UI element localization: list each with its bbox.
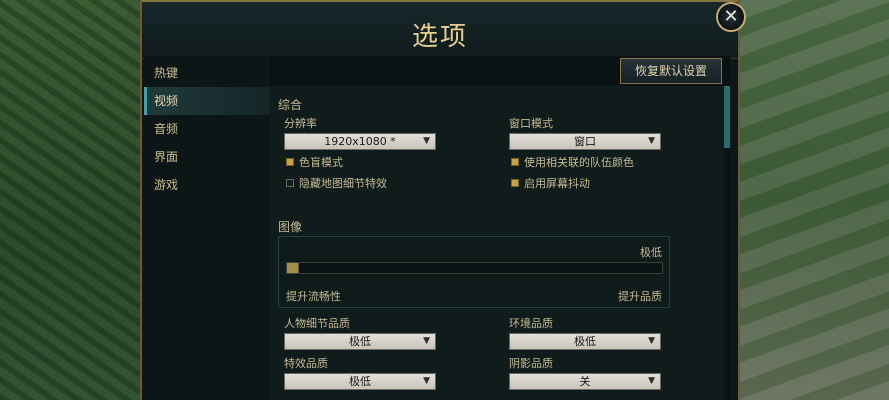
screen-shake-label: 启用屏幕抖动 [524, 177, 590, 190]
chevron-down-icon: ▼ [423, 136, 430, 146]
character-quality-label: 人物细节品质 [284, 317, 350, 330]
team-colors-label: 使用相关联的队伍颜色 [524, 156, 634, 169]
resolution-select[interactable]: 1920x1080 * ▼ [284, 133, 436, 150]
close-button[interactable]: ✕ [716, 2, 746, 32]
character-quality-value: 极低 [349, 335, 371, 348]
content-toolbar: 恢复默认设置 [270, 56, 730, 86]
resolution-value: 1920x1080 * [324, 135, 396, 148]
window-mode-label: 窗口模式 [509, 117, 553, 130]
sidebar-item-audio[interactable]: 音频 [144, 115, 270, 143]
shadow-quality-value: 关 [579, 375, 591, 388]
section-heading-graphics: 图像 [278, 220, 303, 234]
screen-shake-checkbox[interactable] [511, 179, 519, 187]
scrollbar-thumb[interactable] [724, 86, 730, 148]
colorblind-checkbox[interactable] [286, 158, 294, 166]
options-sidebar: 热键 视频 音频 界面 游戏 [144, 56, 270, 400]
screen-shake-option[interactable]: 启用屏幕抖动 [511, 176, 590, 192]
environment-quality-select[interactable]: 极低 ▼ [509, 333, 661, 350]
close-icon: ✕ [723, 6, 739, 27]
sidebar-item-interface[interactable]: 界面 [144, 143, 270, 171]
environment-quality-value: 极低 [574, 335, 596, 348]
background-jungle-left [0, 0, 140, 400]
graphics-preset-box: 极低 提升流畅性 提升品质 [278, 236, 670, 308]
colorblind-option[interactable]: 色盲模式 [286, 155, 343, 171]
window-mode-select[interactable]: 窗口 ▼ [509, 133, 661, 150]
slider-min-label: 提升流畅性 [286, 290, 341, 303]
sidebar-item-game[interactable]: 游戏 [144, 171, 270, 199]
colorblind-label: 色盲模式 [299, 156, 343, 169]
hide-map-detail-option[interactable]: 隐藏地图细节特效 [286, 176, 387, 192]
hide-map-detail-label: 隐藏地图细节特效 [299, 177, 387, 190]
chevron-down-icon: ▼ [648, 376, 655, 386]
window-mode-value: 窗口 [574, 135, 596, 148]
restore-defaults-button[interactable]: 恢复默认设置 [620, 58, 722, 84]
section-heading-general: 综合 [278, 98, 303, 112]
character-quality-select[interactable]: 极低 ▼ [284, 333, 436, 350]
chevron-down-icon: ▼ [648, 136, 655, 146]
background-jungle-right [734, 0, 889, 400]
title-bar: 选项 [142, 0, 738, 59]
graphics-preset-value: 极低 [640, 246, 662, 259]
chevron-down-icon: ▼ [423, 376, 430, 386]
environment-quality-label: 环境品质 [509, 317, 553, 330]
sidebar-item-hotkeys[interactable]: 热键 [144, 59, 270, 87]
effects-quality-value: 极低 [349, 375, 371, 388]
chevron-down-icon: ▼ [648, 336, 655, 346]
sidebar-item-video[interactable]: 视频 [144, 87, 270, 115]
shadow-quality-label: 阴影品质 [509, 357, 553, 370]
dialog-title: 选项 [411, 22, 468, 52]
slider-handle[interactable] [287, 263, 299, 273]
effects-quality-label: 特效品质 [284, 357, 328, 370]
graphics-quality-slider[interactable] [286, 262, 663, 274]
slider-max-label: 提升品质 [618, 290, 662, 303]
team-colors-checkbox[interactable] [511, 158, 519, 166]
video-settings-panel: 恢复默认设置 综合 分辨率 1920x1080 * ▼ 窗口模式 窗口 ▼ 色盲… [270, 56, 730, 400]
effects-quality-select[interactable]: 极低 ▼ [284, 373, 436, 390]
shadow-quality-select[interactable]: 关 ▼ [509, 373, 661, 390]
team-colors-option[interactable]: 使用相关联的队伍颜色 [511, 155, 634, 171]
options-dialog: 选项 热键 视频 音频 界面 游戏 恢复默认设置 综合 分辨率 1920x108… [140, 0, 740, 400]
hide-map-detail-checkbox[interactable] [286, 179, 294, 187]
resolution-label: 分辨率 [284, 117, 317, 130]
chevron-down-icon: ▼ [423, 336, 430, 346]
